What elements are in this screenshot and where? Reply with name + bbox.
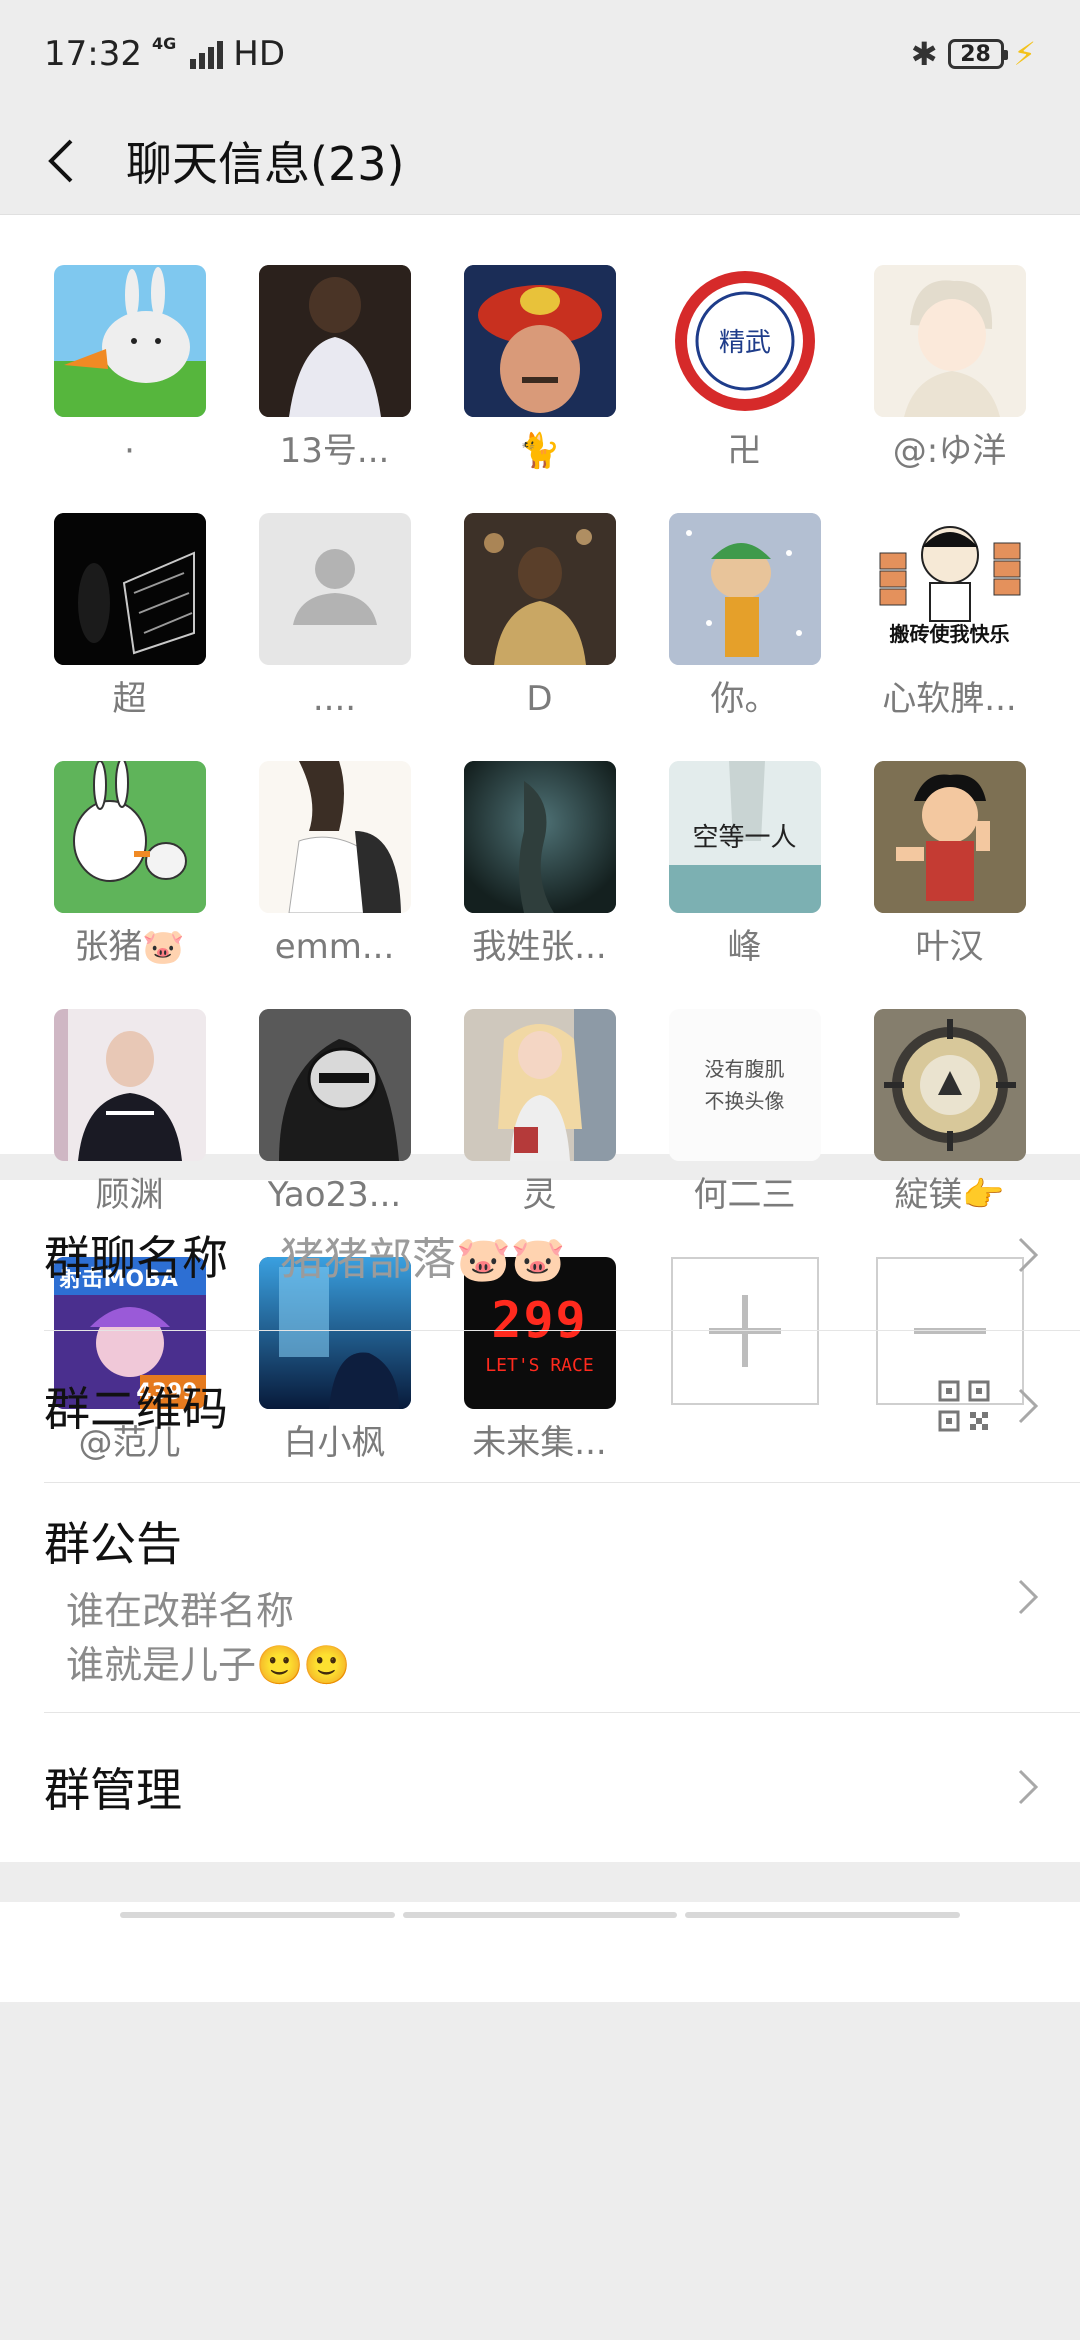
avatar[interactable] — [53, 265, 206, 417]
member-item[interactable]: emm... — [232, 761, 437, 969]
avatar[interactable]: 搬砖使我快乐 — [873, 513, 1026, 665]
page-title: 聊天信息(23) — [126, 137, 405, 191]
bluetooth-icon: ✱ — [910, 35, 938, 73]
member-item[interactable]: 超 — [27, 513, 232, 721]
member-name: emm... — [274, 927, 395, 967]
member-item[interactable]: 13号... — [232, 265, 437, 473]
member-name: 卍 — [727, 431, 762, 471]
member-name: 峰 — [727, 927, 762, 967]
group-name-value: 猪猪部落🐷🐷 — [280, 1234, 566, 1285]
chevron-right-icon — [1018, 1769, 1039, 1805]
qr-code-row[interactable]: 群二维码 — [0, 1330, 1080, 1482]
avatar[interactable] — [668, 513, 821, 665]
back-button[interactable] — [38, 131, 82, 191]
member-name: 你。 — [710, 679, 779, 719]
charging-icon: ⚡ — [1013, 35, 1036, 73]
group-notice-label: 群公告 — [44, 1517, 182, 1571]
group-name-row[interactable]: 群聊名称 猪猪部落🐷🐷 — [0, 1180, 1080, 1330]
avatar[interactable] — [258, 265, 411, 417]
member-item[interactable]: · — [27, 265, 232, 473]
taekwondo-text: 精武 — [718, 328, 770, 358]
next-section-peek — [0, 1902, 1080, 2002]
avatar[interactable] — [53, 761, 206, 913]
avatar[interactable] — [873, 761, 1026, 913]
member-item[interactable]: @:ゆ洋 — [847, 265, 1052, 473]
avatar[interactable] — [873, 265, 1026, 417]
qr-code-icon — [938, 1380, 990, 1432]
member-item[interactable]: 叶汉 — [847, 761, 1052, 969]
avatar[interactable]: 没有腹肌 不换头像 — [668, 1009, 821, 1161]
avatar[interactable] — [873, 1009, 1026, 1161]
avatar[interactable]: 空等一人 — [668, 761, 821, 913]
avatar[interactable] — [258, 513, 411, 665]
member-name: 13号... — [279, 431, 390, 471]
status-left: 17:32 4G HD — [44, 34, 285, 74]
calligraphy-text: 没有腹肌 不换头像 — [704, 1057, 785, 1113]
back-arrow-icon — [48, 139, 73, 183]
member-name: D — [526, 679, 553, 719]
chevron-right-icon — [1018, 1579, 1039, 1615]
chevron-right-icon — [1018, 1388, 1039, 1424]
member-name: .... — [312, 679, 357, 719]
member-item[interactable]: 搬砖使我快乐 心软脾... — [847, 513, 1052, 721]
hd-indicator: HD — [233, 34, 285, 74]
member-name: 张猪🐷 — [74, 927, 185, 967]
avatar[interactable] — [463, 1009, 616, 1161]
group-notice-row[interactable]: 群公告 谁在改群名称 谁就是儿子🙂🙂 — [0, 1482, 1080, 1712]
group-manage-row[interactable]: 群管理 — [0, 1712, 1080, 1862]
member-grid: · 13号... 🐈 精武 卍 @:ゆ洋 超 .... D 你。 搬砖使我快乐 … — [0, 214, 1080, 1463]
member-name: 我姓张... — [472, 927, 607, 967]
status-bar: 17:32 4G HD ✱ 28 ⚡ — [0, 0, 1080, 108]
member-item[interactable]: D — [437, 513, 642, 721]
qr-code-label: 群二维码 — [44, 1382, 228, 1436]
status-right: ✱ 28 ⚡ — [911, 35, 1036, 73]
member-item[interactable]: 🐈 — [437, 265, 642, 473]
member-name: · — [124, 431, 135, 471]
member-item[interactable]: 你。 — [642, 513, 847, 721]
chevron-right-icon — [1018, 1237, 1039, 1273]
group-manage-label: 群管理 — [44, 1763, 182, 1817]
default-person-icon — [292, 549, 377, 625]
avatar[interactable] — [463, 265, 616, 417]
battery-level: 28 — [960, 41, 991, 67]
member-item[interactable]: 张猪🐷 — [27, 761, 232, 969]
battery-icon: 28 — [947, 39, 1008, 69]
avatar[interactable] — [53, 1009, 206, 1161]
avatar[interactable] — [258, 761, 411, 913]
group-name-label: 群聊名称 — [44, 1231, 228, 1285]
signal-icon — [190, 39, 224, 69]
member-name: 🐈 — [518, 431, 561, 471]
status-time: 17:32 — [44, 34, 142, 74]
group-notice-line2: 谁就是儿子🙂🙂 — [66, 1643, 351, 1687]
avatar[interactable] — [463, 513, 616, 665]
member-name: 心软脾... — [882, 679, 1017, 719]
settings-section: 群聊名称 猪猪部落🐷🐷 群二维码 群公告 谁在改群名称 谁就是儿子🙂🙂 群管理 — [0, 1180, 1080, 1862]
avatar[interactable] — [53, 513, 206, 665]
avatar[interactable] — [463, 761, 616, 913]
group-notice-line1: 谁在改群名称 — [66, 1589, 295, 1633]
kongdeng-text: 空等一人 — [692, 823, 797, 853]
meme-caption: 搬砖使我快乐 — [889, 622, 1010, 646]
network-type: 4G — [151, 34, 177, 53]
avatar[interactable]: 精武 — [668, 265, 821, 417]
header: 聊天信息(23) — [0, 108, 1080, 214]
member-name: 超 — [112, 679, 147, 719]
member-item[interactable]: 空等一人 峰 — [642, 761, 847, 969]
member-name: @:ゆ洋 — [892, 431, 1007, 471]
member-name: 叶汉 — [915, 927, 984, 967]
avatar[interactable] — [258, 1009, 411, 1161]
section-gap — [0, 1862, 1080, 1902]
member-item[interactable]: 我姓张... — [437, 761, 642, 969]
member-item[interactable]: 精武 卍 — [642, 265, 847, 473]
member-item[interactable]: .... — [232, 513, 437, 721]
